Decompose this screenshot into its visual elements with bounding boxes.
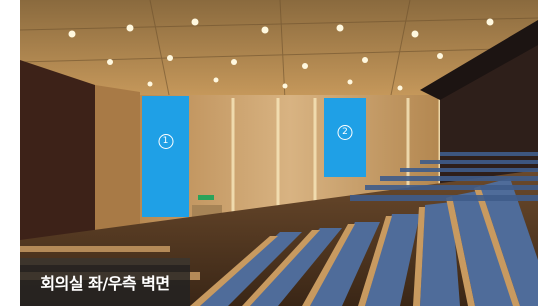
- panel-number-2: 2: [337, 125, 353, 140]
- wall-panel-left: 1: [142, 96, 189, 217]
- panel-number-1: 1: [158, 134, 173, 149]
- wall-panel-right: 2: [324, 98, 366, 177]
- photo-caption: 회의실 좌/우측 벽면: [20, 258, 190, 306]
- caption-text: 회의실 좌/우측 벽면: [40, 274, 170, 293]
